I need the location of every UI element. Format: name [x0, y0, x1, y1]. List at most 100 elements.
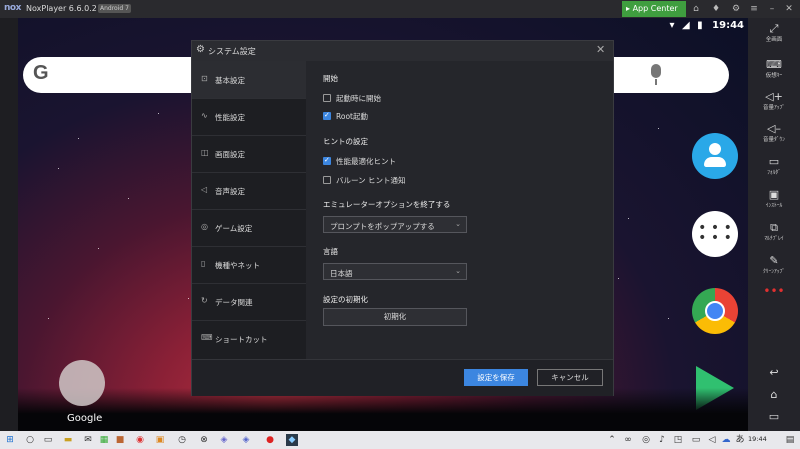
dialog-header: ⚙ システム設定 ✕: [192, 41, 613, 61]
nox-taskbar-icon[interactable]: ◆: [286, 434, 298, 446]
nav-performance[interactable]: ∿ 性能設定: [192, 98, 306, 136]
tray-app-2-icon[interactable]: ◎: [640, 434, 652, 446]
tray-app-3-icon[interactable]: ♪: [656, 434, 668, 446]
taskbar-clock[interactable]: 19:44: [748, 435, 767, 443]
multi-drive-icon: ⧉: [770, 221, 778, 234]
nav-shortcut[interactable]: ⌨ ショートカット: [192, 320, 306, 357]
android-status-bar: ▾ ◢ ▮ 19:44: [669, 20, 744, 36]
close-window-icon[interactable]: ✕: [783, 3, 795, 15]
recent-apps-icon: ▭: [768, 410, 780, 423]
nav-label: 性能設定: [215, 113, 245, 122]
folder-icon: ▭: [768, 155, 780, 168]
toolbar-fullscreen[interactable]: ⤢ 全画面: [748, 22, 800, 43]
recent-button[interactable]: ▭: [748, 410, 800, 423]
toolbar-label: 音量ｱｯﾌﾟ: [762, 105, 785, 111]
home-button[interactable]: ⌂: [748, 388, 800, 401]
excel-icon[interactable]: ▦: [98, 434, 110, 446]
windows-taskbar: ⊞ ○ ▭ ▬ ✉ ▦ ■ ◉ ▣ ◷ ⊗ ◈ ◈ ● ◆ ⌃ ∞ ◎ ♪ ◳ …: [0, 431, 800, 449]
mic-icon[interactable]: [651, 64, 661, 78]
nav-label: 基本設定: [215, 76, 245, 85]
nav-game[interactable]: ◎ ゲーム設定: [192, 209, 306, 247]
network-icon[interactable]: ▭: [690, 434, 702, 446]
save-settings-button[interactable]: 設定を保存: [464, 369, 528, 386]
search-icon[interactable]: ○: [24, 434, 36, 446]
reset-button[interactable]: 初期化: [323, 308, 467, 326]
file-explorer-icon[interactable]: ▬: [62, 434, 74, 446]
device-icon: ▯: [201, 259, 206, 268]
minimize-icon[interactable]: –: [766, 3, 778, 15]
home-icon[interactable]: ⌂: [690, 3, 702, 15]
nav-basic[interactable]: ⊡ 基本設定: [192, 61, 306, 99]
settings-content: 開始 起動時に開始 Root起動 ヒントの設定 性能最適化ヒント バルーン ヒン…: [306, 61, 613, 359]
settings-icon[interactable]: ⚙: [730, 3, 742, 15]
app-drawer-icon[interactable]: • • • • • •: [692, 211, 738, 257]
cancel-button[interactable]: キャンセル: [537, 369, 603, 386]
back-button[interactable]: ↩: [748, 366, 800, 379]
emulator-toolbar: ⤢ 全画面 ⌨ 仮想ｷｰ ◁+ 音量ｱｯﾌﾟ ◁– 音量ﾀﾞｳﾝ ▭ ﾌｫﾙﾀﾞ ▣ ｲﾝｽ…: [748, 18, 800, 431]
volume-icon[interactable]: ◁: [706, 434, 718, 446]
system-settings-dialog: ⚙ システム設定 ✕ ⊡ 基本設定 ∿ 性能設定 ◫ 画面設定 ◁ 音声設定 ◎ ゲーム設…: [191, 40, 614, 396]
alarm-icon[interactable]: ◷: [176, 434, 188, 446]
record-icon[interactable]: ●: [264, 434, 276, 446]
discord-2-icon[interactable]: ◈: [240, 434, 252, 446]
status-time: 19:44: [712, 20, 744, 31]
nav-data[interactable]: ↻ データ関連: [192, 283, 306, 321]
chrome-taskbar-icon[interactable]: ◉: [134, 434, 146, 446]
toolbar-label: ｸﾘｰﾝｱｯﾌﾟ: [762, 269, 785, 275]
notification-icon[interactable]: ♦: [710, 3, 722, 15]
toolbar-cleanup[interactable]: ✎ ｸﾘｰﾝｱｯﾌﾟ: [748, 254, 800, 275]
app-icon[interactable]: ⊗: [198, 434, 210, 446]
virtual-key-icon: ⌨: [766, 58, 782, 71]
language-select[interactable]: 日本語 ⌄: [323, 263, 467, 280]
toolbar-label: 音量ﾀﾞｳﾝ: [762, 137, 785, 143]
tray-chevron-icon[interactable]: ⌃: [606, 434, 618, 446]
more-button[interactable]: •••: [748, 284, 800, 298]
nav-device[interactable]: ▯ 機種やネット: [192, 246, 306, 284]
game-icon: ◎: [201, 222, 208, 231]
history-icon: ↻: [201, 296, 208, 305]
task-view-icon[interactable]: ▭: [42, 434, 54, 446]
toolbar-multi[interactable]: ⧉ ﾏﾙﾁﾌﾟﾚｲ: [748, 221, 800, 242]
mail-icon[interactable]: ✉: [82, 434, 94, 446]
volume-up-icon: ◁+: [765, 90, 783, 103]
onedrive-icon[interactable]: ☁: [720, 434, 732, 446]
app-center-button[interactable]: ▸ App Center: [622, 1, 686, 17]
google-app-icon[interactable]: [59, 360, 105, 406]
toolbar-folder[interactable]: ▭ ﾌｫﾙﾀﾞ: [748, 155, 800, 176]
nav-label: 画面設定: [215, 150, 245, 159]
toolbar-label: ｲﾝｽﾄｰﾙ: [765, 203, 783, 209]
tray-app-4-icon[interactable]: ◳: [672, 434, 684, 446]
section-exit: エミュレーターオプションを終了する: [323, 200, 451, 209]
nav-label: データ関連: [215, 298, 253, 307]
tray-app-icon[interactable]: ∞: [622, 434, 634, 446]
toolbar-virtual-key[interactable]: ⌨ 仮想ｷｰ: [748, 58, 800, 79]
window-titlebar: nox NoxPlayer 6.6.0.2 Android 7 ▸ App Ce…: [0, 0, 800, 18]
toolbar-install[interactable]: ▣ ｲﾝｽﾄｰﾙ: [748, 188, 800, 209]
minecraft-icon[interactable]: ■: [114, 434, 126, 446]
signal-icon: ◢: [681, 20, 690, 31]
left-frame: [0, 18, 18, 431]
battery-icon: ▮: [697, 20, 703, 31]
toolbar-volume-up[interactable]: ◁+ 音量ｱｯﾌﾟ: [748, 90, 800, 111]
notification-center-icon[interactable]: ▤: [784, 434, 796, 446]
toolbar-volume-down[interactable]: ◁– 音量ﾀﾞｳﾝ: [748, 122, 800, 143]
chrome-app-icon[interactable]: [692, 288, 738, 334]
menu-icon[interactable]: ≡: [748, 3, 760, 15]
dialog-close-icon[interactable]: ✕: [596, 43, 605, 56]
mic-stand: [655, 79, 657, 85]
photos-icon[interactable]: ▣: [154, 434, 166, 446]
home-nav-icon: ⌂: [770, 388, 778, 401]
cleanup-icon: ✎: [769, 254, 779, 267]
ime-icon[interactable]: あ: [734, 434, 746, 446]
volume-down-icon: ◁–: [767, 122, 781, 135]
windows-start-icon[interactable]: ⊞: [4, 434, 16, 446]
exit-option-select[interactable]: プロンプトをポップアップする ⌄: [323, 216, 467, 233]
nav-audio[interactable]: ◁ 音声設定: [192, 172, 306, 210]
section-start: 開始: [323, 74, 338, 83]
nav-display[interactable]: ◫ 画面設定: [192, 135, 306, 173]
contacts-app-icon[interactable]: [692, 133, 738, 179]
display-icon: ◫: [201, 148, 209, 157]
discord-icon[interactable]: ◈: [218, 434, 230, 446]
more-icon: •••: [763, 284, 785, 298]
install-icon: ▣: [768, 188, 780, 201]
